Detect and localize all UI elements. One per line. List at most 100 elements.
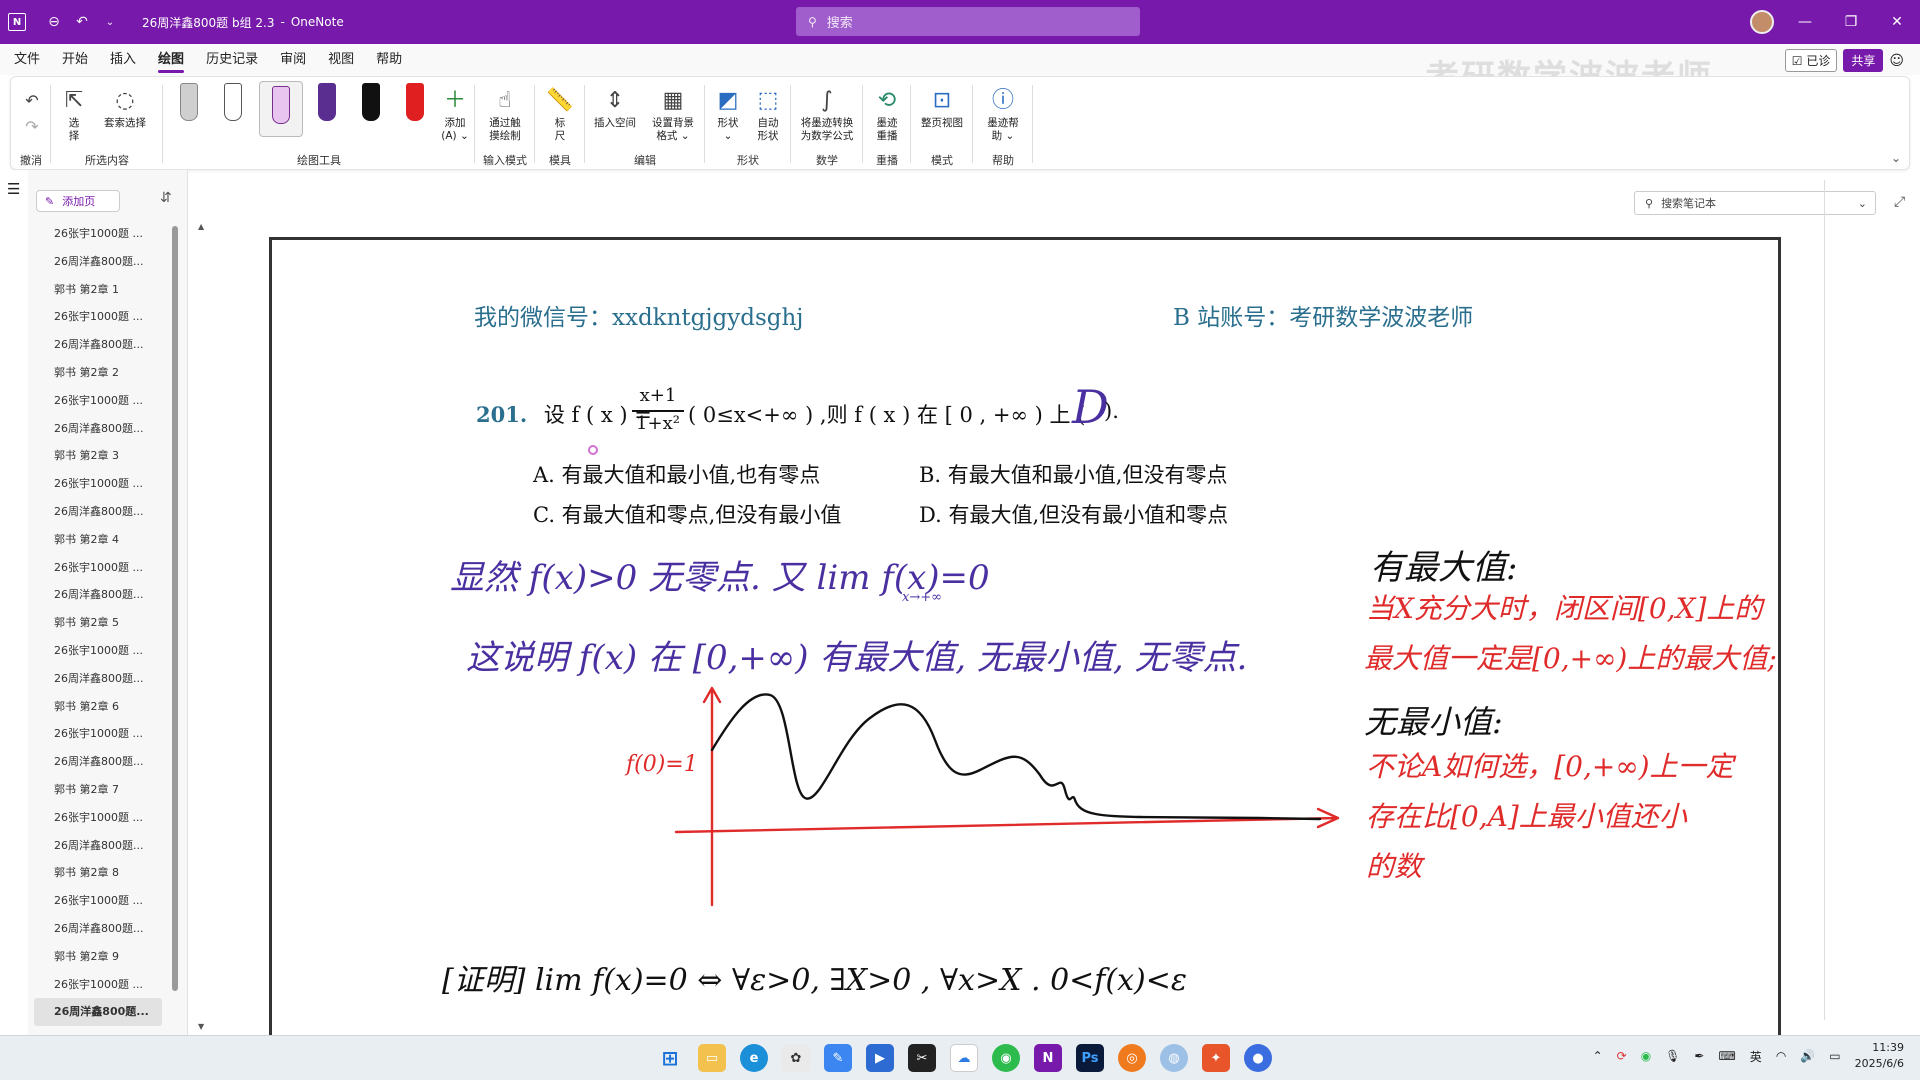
menu-draw[interactable]: 绘图 [150,44,192,75]
restore-icon[interactable]: ❐ [1828,14,1874,30]
page-list-item[interactable]: 26周洋鑫800题... [28,498,168,526]
page-list-item[interactable]: 郭书 第2章 5 [28,609,168,637]
ink-to-math-button[interactable]: ∫ 将墨迹转换 为数学公式 [793,83,861,143]
page-list-item[interactable]: 26周洋鑫800题... [28,832,168,860]
tray-expand-icon[interactable]: ⌃ [1593,1049,1603,1063]
page-list-scrollbar[interactable] [172,226,178,991]
app-icon[interactable]: ✦ [1202,1044,1230,1072]
page-list-item[interactable]: 26张宇1000题 ... [28,804,168,832]
share-button[interactable]: 共享 [1843,49,1884,72]
page-list-item[interactable]: 26周洋鑫800题... [28,915,168,943]
shapes-button[interactable]: ◩ 形状 ⌄ [709,83,747,143]
title-search-input[interactable]: ⚲ 搜索 [796,7,1140,36]
background-format-button[interactable]: ▦ 设置背景 格式 ⌄ [645,83,701,143]
minimize-icon[interactable]: — [1782,14,1828,30]
page-list-item[interactable]: 郭书 第2章 8 [28,859,168,887]
page-list-item[interactable]: 26张宇1000题 ... [28,303,168,331]
pen-highlighter-selected[interactable] [259,81,303,137]
pen-eraser[interactable] [175,83,203,121]
pen-pencil[interactable] [219,83,247,121]
customize-qat-icon[interactable]: ⌄ [96,8,124,36]
blender-icon[interactable]: ◎ [1118,1044,1146,1072]
onenote-app-icon[interactable]: N [8,13,26,31]
file-explorer-icon[interactable]: ▭ [698,1044,726,1072]
undo-icon[interactable]: ↶ [68,8,96,36]
menu-review[interactable]: 审阅 [272,44,314,75]
page-list-item[interactable]: 26周洋鑫800题... [28,665,168,693]
redo-icon[interactable]: ↷ [19,109,45,143]
menu-insert[interactable]: 插入 [102,44,144,75]
page-list-item[interactable]: 郭书 第2章 6 [28,693,168,721]
menu-file[interactable]: 文件 [6,44,48,75]
menu-home[interactable]: 开始 [54,44,96,75]
clock[interactable]: 11:39 2025/6/6 [1855,1040,1904,1072]
page-list-item[interactable]: 26周洋鑫800题... [28,248,168,276]
onenote-taskbar-icon[interactable]: N [1034,1044,1062,1072]
select-button[interactable]: ⇱ 选 择 [57,83,91,143]
feedback-icon[interactable]: ☺ [1889,53,1904,69]
ime-indicator[interactable]: 英 [1750,1048,1762,1065]
page-list-item[interactable]: 26张宇1000题 ... [28,470,168,498]
pen-red[interactable] [401,83,429,121]
sync-icon[interactable]: ⟳ [1617,1049,1627,1063]
page-list-item[interactable]: 郭书 第2章 4 [28,526,168,554]
wechat-icon[interactable]: ◉ [992,1044,1020,1072]
page-list-item[interactable]: 26张宇1000题 ... [28,887,168,915]
page-list-item[interactable]: 26张宇1000题 ... [28,554,168,582]
page-list-item[interactable]: 26周洋鑫800题... [34,998,162,1027]
touch-draw-button[interactable]: ☝ 通过触 摸绘制 [479,83,531,143]
battery-icon[interactable]: ▭ [1829,1049,1840,1063]
page-list-item[interactable]: 郭书 第2章 3 [28,442,168,470]
keyboard-icon[interactable]: ⌨ [1718,1049,1735,1063]
ruler-button[interactable]: 📏 标 尺 [543,83,577,143]
add-pen-button[interactable]: ＋添加 (A) ⌄ [435,83,475,143]
capcut-icon[interactable]: ✂ [908,1044,936,1072]
cloud-icon[interactable]: ☁ [950,1044,978,1072]
hamburger-icon[interactable]: ☰ [7,180,20,198]
photoshop-icon[interactable]: Ps [1076,1044,1104,1072]
insert-space-button[interactable]: ⇕ 插入空间 [587,83,643,130]
menu-history[interactable]: 历史记录 [198,44,266,75]
page-list-item[interactable]: 郭书 第2章 9 [28,943,168,971]
ink-replay-button[interactable]: ⟲ 墨迹 重播 [869,83,905,143]
sticky-check-button[interactable]: ☑ 已诊 [1784,49,1838,72]
page-list-item[interactable]: 26周洋鑫800题... [28,748,168,776]
whiteboard-icon[interactable]: ✎ [824,1044,852,1072]
back-icon[interactable]: ⊖ [40,8,68,36]
pen-purple[interactable] [313,83,341,121]
page-list-item[interactable]: 郭书 第2章 1 [28,276,168,304]
pen-black[interactable] [357,83,385,121]
edge-icon[interactable]: e [740,1044,768,1072]
page-list-item[interactable]: 郭书 第2章 7 [28,776,168,804]
start-icon[interactable]: ⊞ [656,1044,684,1072]
page-list-item[interactable]: 26周洋鑫800题... [28,581,168,609]
color-picker-icon[interactable]: ◍ [1160,1044,1188,1072]
page-list-item[interactable]: 26张宇1000题 ... [28,220,168,248]
photos-icon[interactable]: ✿ [782,1044,810,1072]
page-list-item[interactable]: 郭书 第2章 2 [28,359,168,387]
page-list-item[interactable]: 26张宇1000题 ... [28,720,168,748]
avatar[interactable] [1750,10,1774,34]
expand-icon[interactable]: ⤢ [1894,194,1905,210]
page-list-item[interactable]: 26周洋鑫800题... [28,415,168,443]
ink-help-button[interactable]: ⓘ 墨迹帮 助 ⌄ [979,83,1027,143]
page-list-item[interactable]: 26张宇1000题 ... [28,971,168,999]
lasso-select-button[interactable]: ◌ 套索选择 [95,83,155,130]
collapse-ribbon-icon[interactable]: ⌄ [1891,151,1901,165]
mic-icon[interactable]: 🎙 [1665,1049,1680,1063]
browser-icon[interactable]: ● [1244,1044,1272,1072]
volume-icon[interactable]: 🔊 [1800,1049,1815,1063]
page-list-item[interactable]: 26张宇1000题 ... [28,637,168,665]
menu-help[interactable]: 帮助 [368,44,410,75]
media-icon[interactable]: ▶ [866,1044,894,1072]
wechat-tray-icon[interactable]: ◉ [1641,1049,1651,1063]
page-list-item[interactable]: 26周洋鑫800题... [28,331,168,359]
full-page-view-button[interactable]: ⊡ 整页视图 [915,83,969,130]
page-list-item[interactable]: 26张宇1000题 ... [28,387,168,415]
menu-view[interactable]: 视图 [320,44,362,75]
wifi-icon[interactable]: ◠ [1776,1049,1786,1063]
close-icon[interactable]: ✕ [1874,14,1920,30]
notebook-search-input[interactable]: ⚲ 搜索笔记本 ⌄ [1634,191,1876,215]
auto-shape-button[interactable]: ⬚ 自动 形状 [749,83,787,143]
sort-icon[interactable]: ⇵ [160,190,172,206]
